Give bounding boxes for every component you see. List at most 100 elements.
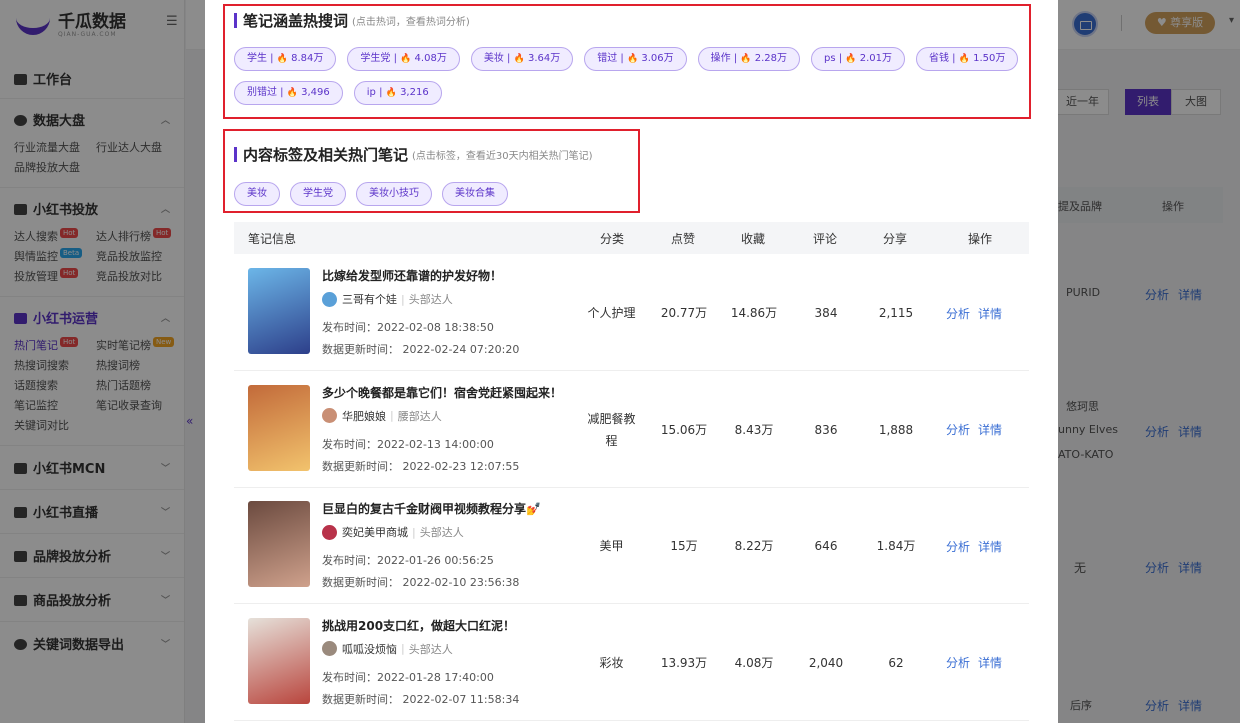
col-favs: 收藏 bbox=[741, 232, 766, 246]
table-row[interactable]: 挑战用200支口红，做超大口红泥！ 呱呱没烦恼 | 头部达人 发布时间：2022-0… bbox=[234, 605, 1029, 721]
note-title[interactable]: 挑战用200支口红，做超大口红泥！ bbox=[322, 617, 515, 634]
table-row[interactable]: 巨显白的复古千金财阀甲视频教程分享💅 奕妃美甲商城 | 头部达人 发布时间：2022… bbox=[234, 488, 1029, 604]
hot-word-chip[interactable]: ip | 🔥 3,216 bbox=[353, 81, 442, 105]
hot-words-section: 笔记涵盖热搜词 (点击热词，查看热词分析) 学生 | 🔥 8.84万 学生党 | … bbox=[223, 4, 1031, 119]
avatar bbox=[322, 524, 337, 540]
analyze-link[interactable]: 分析 bbox=[946, 305, 970, 322]
row-actions: 分析 详情 bbox=[946, 255, 1002, 371]
hot-word-chip[interactable]: 别错过 | 🔥 3,496 bbox=[234, 81, 343, 105]
col-info: 笔记信息 bbox=[248, 232, 297, 246]
tags-section: 内容标签及相关热门笔记 (点击标签，查看近30天内相关热门笔记) 美妆 学生党 美妆… bbox=[223, 129, 640, 213]
row-actions: 分析 详情 bbox=[946, 605, 1002, 721]
update-time: 数据更新时间： 2022-02-10 23:56:38 bbox=[322, 576, 520, 589]
update-time: 数据更新时间： 2022-02-24 07:20:20 bbox=[322, 343, 520, 356]
note-title[interactable]: 比嫁给发型师还靠谱的护发好物！ bbox=[322, 267, 502, 284]
note-author[interactable]: 三哥有个娃 | 头部达人 bbox=[322, 291, 453, 307]
hot-word-chip[interactable]: ps | 🔥 2.01万 bbox=[811, 47, 905, 71]
publish-time: 发布时间：2022-02-13 14:00:00 bbox=[322, 437, 494, 451]
analyze-link[interactable]: 分析 bbox=[946, 538, 970, 555]
fire-icon: 🔥 bbox=[385, 88, 397, 98]
analyze-link[interactable]: 分析 bbox=[946, 654, 970, 671]
note-author[interactable]: 奕妃美甲商城 | 头部达人 bbox=[322, 524, 464, 540]
publish-time: 发布时间：2022-01-26 00:56:25 bbox=[322, 554, 494, 567]
update-time: 数据更新时间： 2022-02-07 11:58:34 bbox=[322, 692, 520, 706]
note-thumbnail[interactable] bbox=[248, 617, 310, 704]
title-accent bbox=[234, 13, 237, 28]
col-likes: 点赞 bbox=[671, 232, 696, 246]
col-shares: 分享 bbox=[883, 232, 908, 246]
note-thumbnail[interactable] bbox=[248, 268, 310, 354]
hot-words-note: (点击热词，查看热词分析) bbox=[352, 17, 470, 28]
cell-shares: 1.84万 bbox=[876, 539, 916, 553]
avatar bbox=[322, 641, 337, 656]
hot-words-chips: 学生 | 🔥 8.84万 学生党 | 🔥 4.08万 美妆 | 🔥 3.64万 错过 … bbox=[234, 47, 1024, 105]
publish-time: 发布时间：2022-02-08 18:38:50 bbox=[322, 321, 494, 334]
hot-word-chip[interactable]: 学生 | 🔥 8.84万 bbox=[234, 47, 337, 71]
fire-icon: 🔥 bbox=[626, 54, 639, 64]
fire-icon: 🔥 bbox=[400, 54, 412, 64]
cell-comments: 384 bbox=[814, 306, 838, 320]
cell-likes: 15.06万 bbox=[660, 422, 708, 437]
tag-chip[interactable]: 美妆 bbox=[234, 182, 280, 206]
cell-category: 减肥餐教程 bbox=[587, 411, 636, 448]
avatar bbox=[322, 291, 337, 307]
fire-icon: 🔥 bbox=[958, 54, 970, 64]
publish-time: 发布时间：2022-01-28 17:40:00 bbox=[322, 670, 494, 684]
cell-category: 彩妆 bbox=[599, 655, 624, 670]
row-actions: 分析 详情 bbox=[946, 372, 1002, 488]
fire-icon: 🔥 bbox=[286, 88, 298, 98]
note-author[interactable]: 呱呱没烦恼 | 头部达人 bbox=[322, 641, 453, 657]
avatar bbox=[322, 408, 337, 423]
detail-link[interactable]: 详情 bbox=[978, 654, 1002, 671]
row-actions: 分析 详情 bbox=[946, 488, 1002, 604]
fire-icon: 🔥 bbox=[513, 54, 525, 64]
cell-likes: 20.77万 bbox=[660, 306, 708, 320]
table-row[interactable]: 比嫁给发型师还靠谱的护发好物！ 三哥有个娃 | 头部达人 发布时间：2022-02-… bbox=[234, 255, 1029, 371]
cell-comments: 646 bbox=[814, 539, 838, 553]
hot-word-chip[interactable]: 错过 | 🔥 3.06万 bbox=[584, 47, 687, 71]
title-accent bbox=[234, 147, 237, 162]
tag-chip[interactable]: 美妆小技巧 bbox=[356, 182, 432, 206]
note-thumbnail[interactable] bbox=[248, 384, 310, 471]
tag-chip[interactable]: 美妆合集 bbox=[442, 182, 508, 206]
tags-title: 内容标签及相关热门笔记 (点击标签，查看近30天内相关热门笔记) bbox=[234, 144, 593, 165]
fire-icon: 🔥 bbox=[740, 54, 752, 64]
fire-icon: 🔥 bbox=[845, 54, 857, 64]
tags-note: (点击标签，查看近30天内相关热门笔记) bbox=[412, 151, 593, 162]
table-row[interactable]: 多少个晚餐都是靠它们！宿舍党赶紧囤起来！ 华肥娘娘 | 腰部达人 发布时间：2022… bbox=[234, 372, 1029, 488]
cell-shares: 2,115 bbox=[878, 306, 914, 320]
cell-shares: 62 bbox=[888, 655, 904, 670]
cell-favs: 14.86万 bbox=[730, 306, 778, 320]
fire-icon: 🔥 bbox=[276, 54, 288, 64]
cell-favs: 4.08万 bbox=[734, 655, 774, 670]
tag-chips: 美妆 学生党 美妆小技巧 美妆合集 bbox=[234, 182, 508, 206]
cell-comments: 2,040 bbox=[808, 655, 844, 670]
cell-favs: 8.43万 bbox=[734, 422, 774, 437]
note-thumbnail[interactable] bbox=[248, 501, 310, 587]
hot-word-chip[interactable]: 省钱 | 🔥 1.50万 bbox=[916, 47, 1019, 71]
detail-link[interactable]: 详情 bbox=[978, 305, 1002, 322]
col-category: 分类 bbox=[600, 232, 625, 246]
detail-link[interactable]: 详情 bbox=[978, 421, 1002, 438]
hot-words-title: 笔记涵盖热搜词 (点击热词，查看热词分析) bbox=[234, 10, 470, 31]
cell-comments: 836 bbox=[814, 422, 838, 437]
notes-table-header: 笔记信息 分类 点赞 收藏 评论 分享 操作 bbox=[234, 222, 1029, 254]
col-comments: 评论 bbox=[813, 232, 838, 246]
cell-likes: 15万 bbox=[670, 539, 698, 553]
note-title[interactable]: 巨显白的复古千金财阀甲视频教程分享💅 bbox=[322, 500, 541, 517]
cell-shares: 1,888 bbox=[878, 422, 914, 437]
cell-category: 美甲 bbox=[599, 539, 624, 553]
hot-word-chip[interactable]: 学生党 | 🔥 4.08万 bbox=[347, 47, 460, 71]
detail-link[interactable]: 详情 bbox=[978, 538, 1002, 555]
cell-favs: 8.22万 bbox=[734, 539, 774, 553]
hot-word-chip[interactable]: 操作 | 🔥 2.28万 bbox=[697, 47, 801, 71]
col-ops: 操作 bbox=[968, 232, 993, 246]
note-title[interactable]: 多少个晚餐都是靠它们！宿舍党赶紧囤起来！ bbox=[322, 384, 562, 401]
note-author[interactable]: 华肥娘娘 | 腰部达人 bbox=[322, 408, 442, 424]
cell-likes: 13.93万 bbox=[660, 655, 708, 670]
cell-category: 个人护理 bbox=[587, 306, 636, 320]
tag-chip[interactable]: 学生党 bbox=[290, 182, 346, 206]
hot-word-chip[interactable]: 美妆 | 🔥 3.64万 bbox=[470, 47, 574, 71]
analyze-link[interactable]: 分析 bbox=[946, 421, 970, 438]
update-time: 数据更新时间： 2022-02-23 12:07:55 bbox=[322, 459, 520, 473]
